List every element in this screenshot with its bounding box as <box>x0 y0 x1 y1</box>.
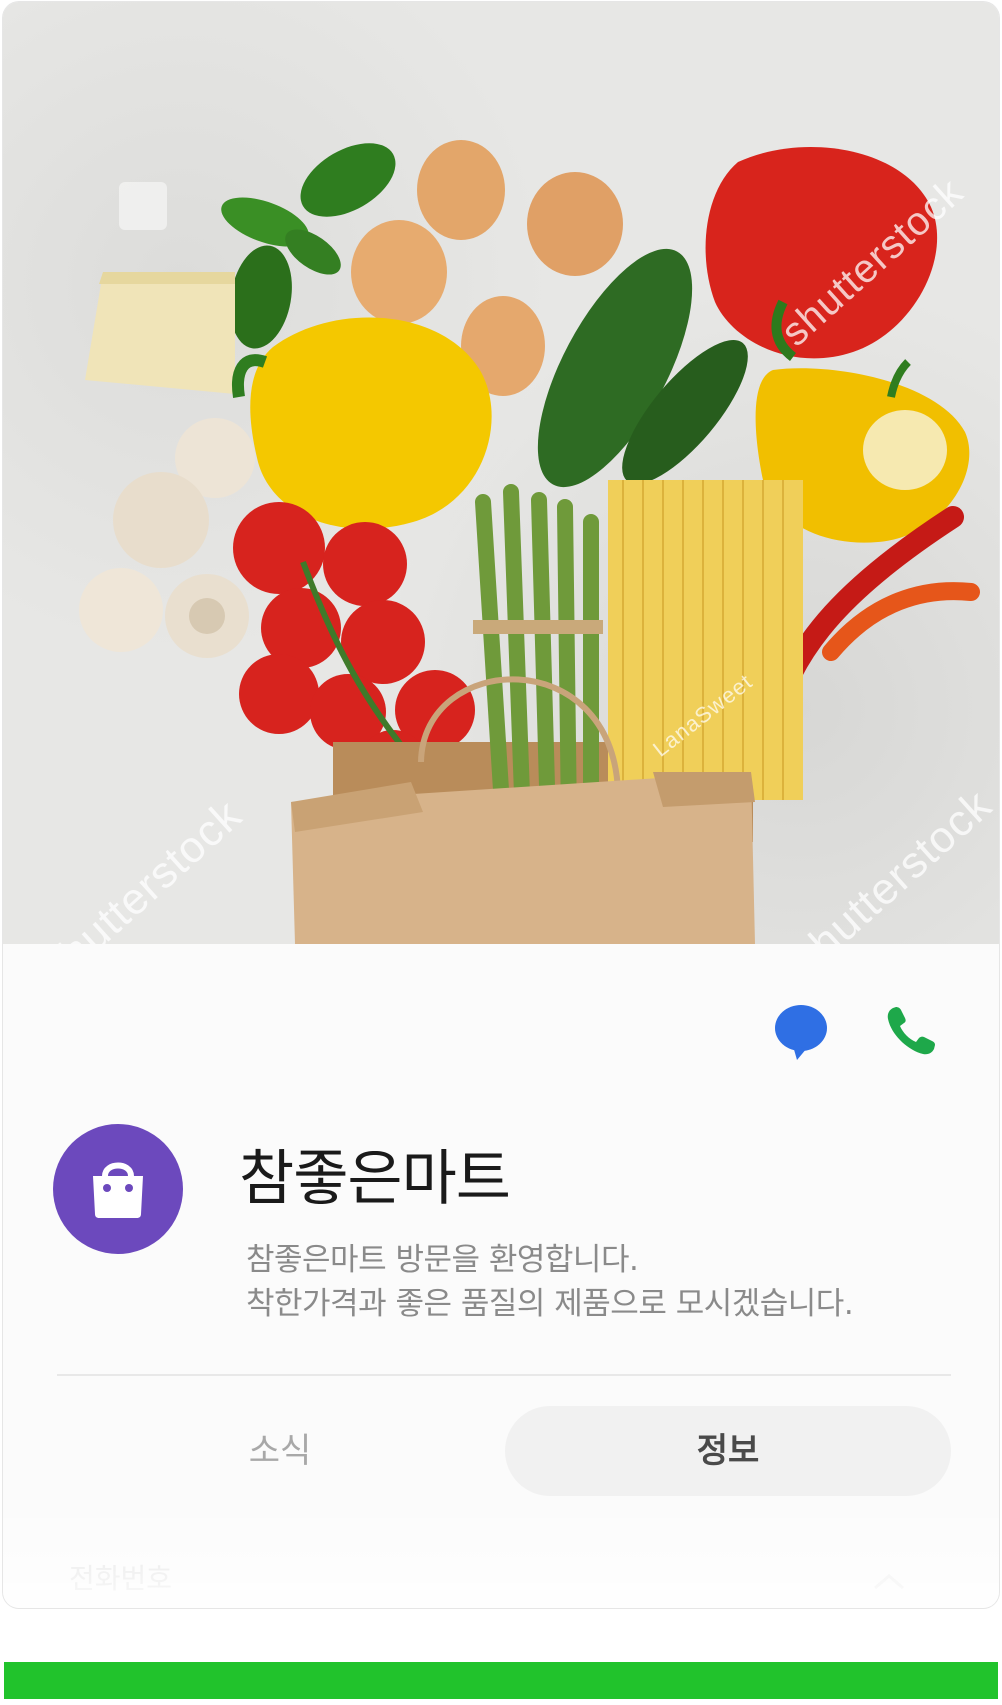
groceries-illustration <box>79 140 980 944</box>
phone-number-label: 전화번호 <box>69 1562 173 1595</box>
divider <box>57 1374 951 1376</box>
shopping-bag-icon <box>93 1162 143 1218</box>
call-button[interactable] <box>879 1000 943 1064</box>
hero-image: shutterstock shutterstock shutterstock L… <box>3 2 999 944</box>
chat-button[interactable] <box>771 1000 835 1064</box>
description-line: 착한가격과 좋은 품질의 제품으로 모시겠습니다. <box>246 1286 854 1322</box>
chevron-up-icon[interactable] <box>871 1572 907 1592</box>
store-logo <box>53 1124 183 1254</box>
tab-info[interactable]: 정보 <box>505 1406 951 1496</box>
bottom-action-bar[interactable] <box>4 1662 998 1699</box>
store-name: 참좋은마트 <box>239 1144 511 1214</box>
chat-bubble-icon <box>775 1005 827 1060</box>
phone-icon <box>887 1007 935 1055</box>
store-description: 참좋은마트 방문을 환영합니다. 착한가격과 좋은 품질의 제품으로 모시겠습니… <box>246 1238 946 1326</box>
store-card: shutterstock shutterstock shutterstock L… <box>3 2 999 1608</box>
tab-news[interactable]: 소식 <box>57 1406 503 1496</box>
description-line: 참좋은마트 방문을 환영합니다. <box>246 1242 639 1278</box>
